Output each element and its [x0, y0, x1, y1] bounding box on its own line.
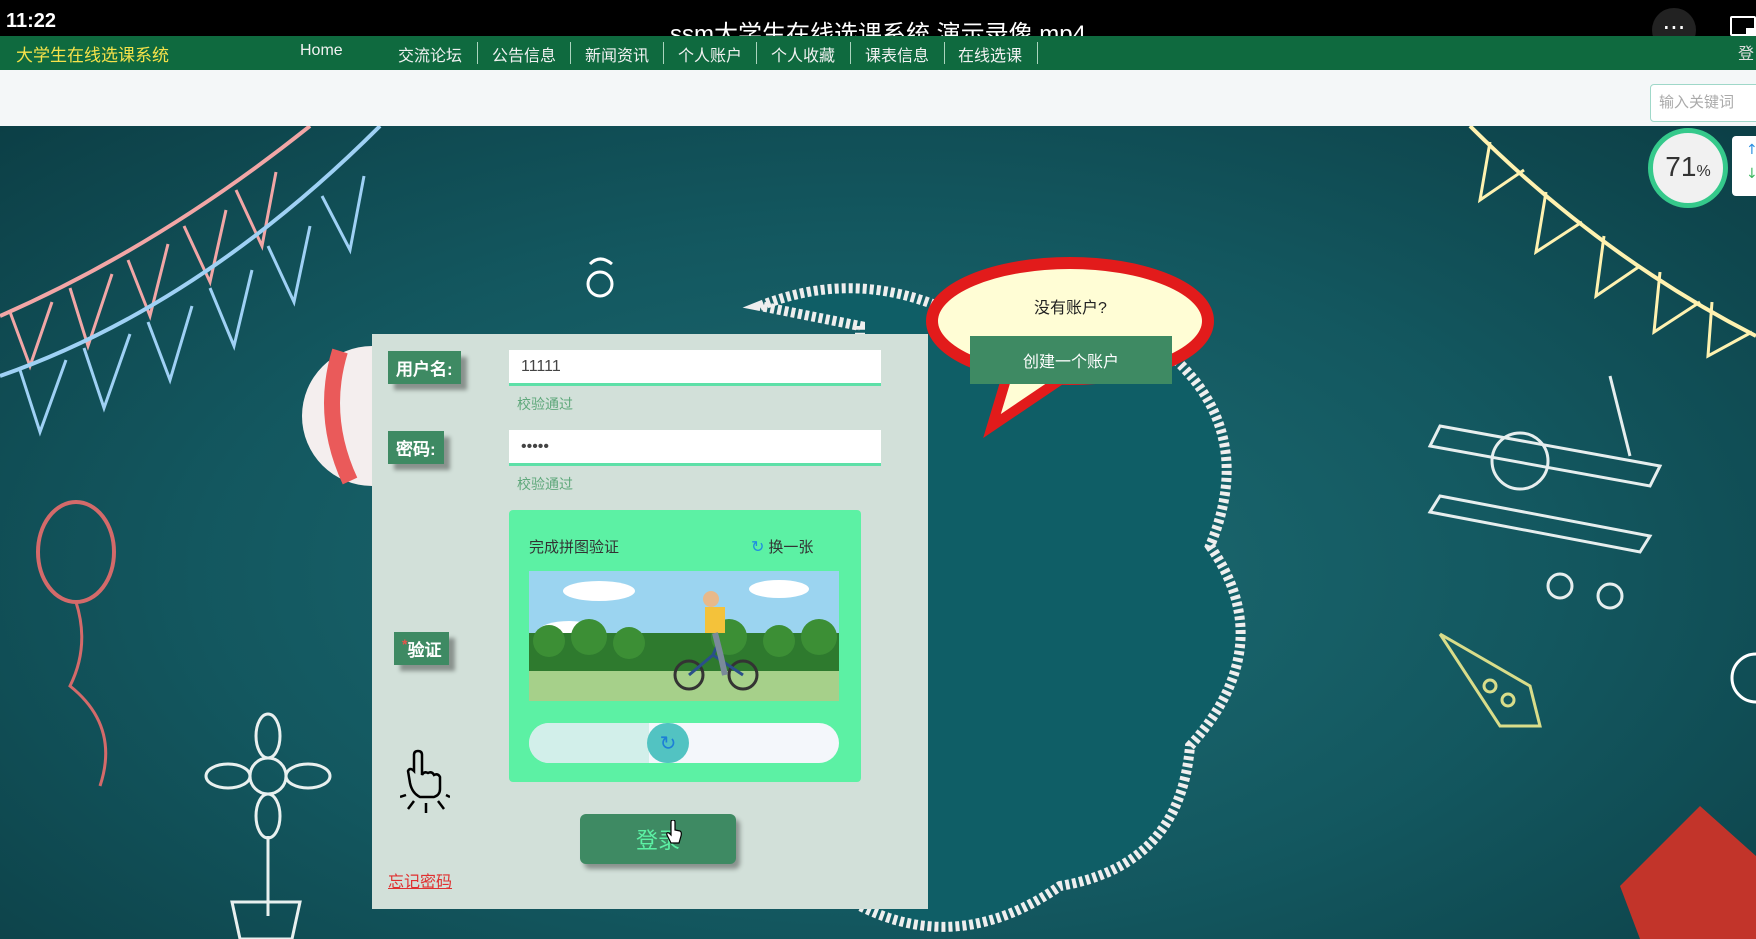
- nav-news[interactable]: 新闻资讯: [585, 42, 649, 65]
- nav-divider: [1037, 42, 1038, 64]
- captcha-refresh-button[interactable]: ↻ 换一张: [751, 536, 813, 557]
- picture-in-picture-icon[interactable]: [1730, 16, 1756, 36]
- nav-timetable[interactable]: 课表信息: [865, 42, 929, 65]
- nav-divider: [756, 42, 757, 64]
- captcha-slider-track[interactable]: ↻: [529, 723, 839, 763]
- captcha-refresh-label: 换一张: [768, 539, 814, 556]
- puzzle-captcha: 完成拼图验证 ↻ 换一张 ↻: [509, 510, 861, 782]
- nav-course-selection[interactable]: 在线选课: [958, 42, 1022, 65]
- nav-announcements[interactable]: 公告信息: [492, 42, 556, 65]
- nav-login-link[interactable]: 登: [1738, 40, 1754, 64]
- slider-progress: [529, 723, 649, 763]
- system-bar: 11:22 ssm大学生在线选课系统 演示录像.mp4 ···: [0, 0, 1756, 52]
- cyclist-illustration: [529, 571, 839, 701]
- password-label: 密码:: [388, 431, 444, 464]
- search-input[interactable]: 输入关键词: [1650, 84, 1756, 122]
- nav-home[interactable]: Home: [300, 42, 343, 64]
- hand-cursor-icon: [666, 820, 682, 844]
- nav-divider: [570, 42, 571, 64]
- nav-divider: [944, 42, 945, 64]
- top-navigation: 大学生在线选课系统 Home 交流论坛 公告信息 新闻资讯 个人账户 个人收藏 …: [0, 36, 1756, 70]
- percent-value: 71: [1665, 151, 1697, 182]
- login-button[interactable]: 登录: [580, 814, 736, 864]
- nav-divider: [477, 42, 478, 64]
- username-label: 用户名:: [388, 351, 461, 384]
- username-input[interactable]: 11111: [509, 350, 881, 386]
- percent-sign: %: [1696, 163, 1711, 180]
- username-validation-hint: 校验通过: [517, 396, 573, 412]
- password-input[interactable]: •••••: [509, 430, 881, 466]
- create-account-button[interactable]: 创建一个账户: [970, 336, 1172, 384]
- download-arrow-icon: ↓: [1746, 166, 1756, 182]
- network-speed-badge[interactable]: 71%: [1648, 128, 1728, 208]
- captcha-label-text: 验证: [407, 641, 442, 660]
- upload-arrow-icon: ↑: [1746, 142, 1756, 158]
- captcha-label: *验证: [394, 632, 450, 665]
- captcha-title: 完成拼图验证: [529, 539, 620, 556]
- slider-handle[interactable]: ↻: [647, 723, 689, 763]
- forgot-password-link[interactable]: 忘记密码: [388, 868, 452, 892]
- speed-indicator: ↑ ↓: [1732, 136, 1756, 196]
- search-strip: [0, 70, 1756, 126]
- nav-divider: [663, 42, 664, 64]
- nav-divider: [850, 42, 851, 64]
- no-account-prompt: 没有账户?: [1034, 300, 1107, 317]
- site-brand[interactable]: 大学生在线选课系统: [16, 41, 169, 66]
- password-validation-hint: 校验通过: [517, 476, 573, 492]
- login-panel: 用户名: 11111 校验通过 密码: ••••• 校验通过 *验证 完成拼图验…: [372, 334, 928, 909]
- nav-forum[interactable]: 交流论坛: [398, 42, 462, 65]
- nav-favorites[interactable]: 个人收藏: [771, 42, 835, 65]
- refresh-icon: ↻: [751, 539, 765, 556]
- pointing-hand-icon: [400, 749, 450, 813]
- captcha-image: [529, 571, 839, 701]
- nav-account[interactable]: 个人账户: [678, 42, 742, 65]
